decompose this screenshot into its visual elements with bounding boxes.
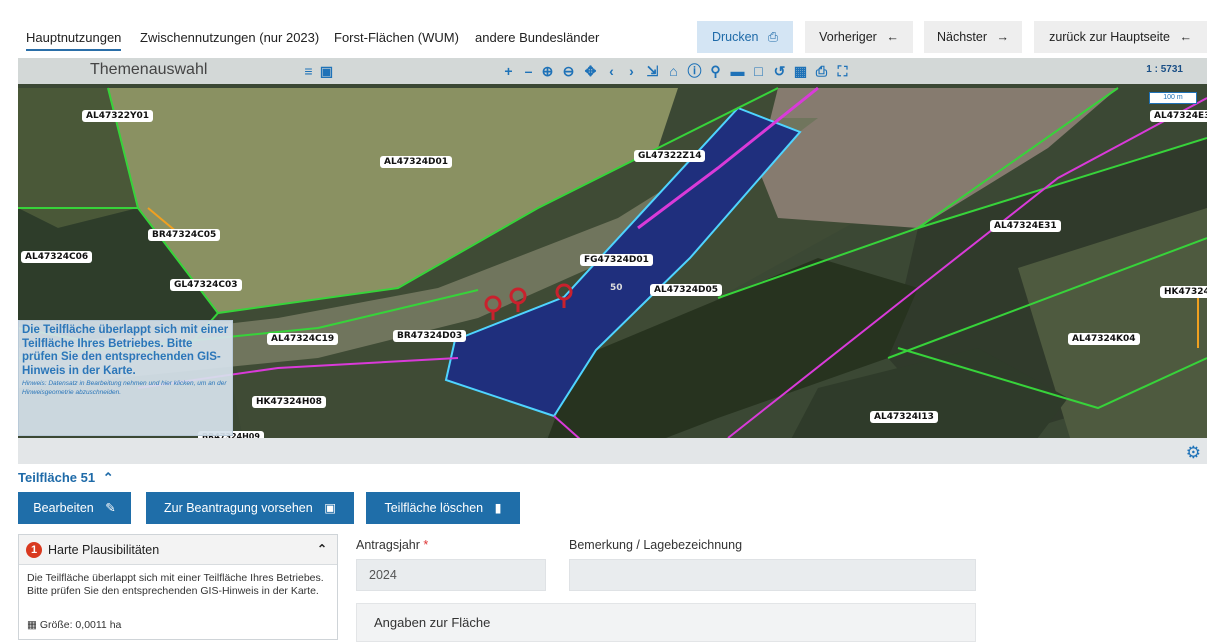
overlap-hint-box[interactable]: Die Teilfläche überlappt sich mit einer … xyxy=(18,320,233,436)
parcel-label: AL47324C19 xyxy=(267,333,339,345)
pan-icon[interactable]: ✥ xyxy=(582,62,599,80)
print-map-icon[interactable]: ⎙ xyxy=(813,62,830,80)
parcel-label: HK47324 xyxy=(1160,286,1207,298)
previous-button[interactable]: Vorheriger ← xyxy=(805,21,913,53)
area-size-text: Größe: 0,0011 ha xyxy=(39,619,122,631)
top-bar: Hauptnutzungen Zwischennutzungen (nur 20… xyxy=(0,0,1207,58)
fullscreen-icon[interactable]: ⛶ xyxy=(834,62,851,80)
layers-icon[interactable]: ≡ xyxy=(300,62,317,80)
print-button[interactable]: Drucken ⎙ xyxy=(697,21,793,53)
required-marker: * xyxy=(423,538,429,552)
parcel-label: GL47322Z14 xyxy=(634,150,706,162)
home-icon[interactable]: ⌂ xyxy=(665,62,682,80)
map-view[interactable]: AL47322Y01 AL47324D01 GL47322Z14 AL47324… xyxy=(18,58,1207,464)
measure-icon[interactable]: ▬ xyxy=(729,62,746,80)
next-button[interactable]: Nächster → xyxy=(924,21,1022,53)
plausibility-title: Harte Plausibilitäten xyxy=(48,543,160,557)
printer-icon: ⎙ xyxy=(768,30,779,44)
plausibility-panel: 1 Harte Plausibilitäten ⌃ Die Teilfläche… xyxy=(18,534,338,640)
info-icon[interactable]: ⓘ xyxy=(686,62,703,80)
parcel-number: 50 xyxy=(610,283,623,293)
search-icon[interactable]: ⚲ xyxy=(707,62,724,80)
plausibility-message: Die Teilfläche überlappt sich mit einer … xyxy=(27,572,324,597)
select-icon[interactable]: □ xyxy=(750,62,767,80)
map-footer: ⚙ xyxy=(18,438,1207,464)
parcel-label: AL47324D05 xyxy=(650,284,723,296)
map-scale: 1 : 5731 xyxy=(1146,64,1183,75)
tab-hauptnutzungen[interactable]: Hauptnutzungen xyxy=(26,30,122,51)
chevron-up-icon: ⌃ xyxy=(102,470,114,485)
tab-zwischennutzungen[interactable]: Zwischennutzungen (nur 2023) xyxy=(140,30,319,45)
parcel-label: AL47324I13 xyxy=(870,411,938,423)
parcel-label: AL47324E3 xyxy=(1150,110,1207,122)
arrow-right-icon: → xyxy=(996,30,1010,44)
parcel-label: AL47324C06 xyxy=(21,251,93,263)
tab-forst-flaechen[interactable]: Forst-Flächen (WUM) xyxy=(334,30,459,45)
edit-label: Bearbeiten xyxy=(33,501,94,515)
area-details-section[interactable]: Angaben zur Fläche xyxy=(356,603,976,642)
year-label: Antragsjahr * xyxy=(356,538,428,552)
year-field[interactable]: 2024 xyxy=(356,559,546,591)
zoom-out-icon[interactable]: ⊖ xyxy=(560,62,577,80)
undo-icon[interactable]: ↺ xyxy=(771,62,788,80)
zoom-out-minus-icon[interactable]: – xyxy=(520,62,537,80)
pencil-icon: ✎ xyxy=(105,501,116,515)
book-icon[interactable]: ▣ xyxy=(318,62,335,80)
camera-icon: ▣ xyxy=(324,501,336,515)
edit-button[interactable]: Bearbeiten ✎ xyxy=(18,492,131,524)
trash-icon: ▮ xyxy=(494,501,502,515)
submit-for-application-button[interactable]: Zur Beantragung vorsehen ▣ xyxy=(146,492,354,524)
plausibility-header[interactable]: 1 Harte Plausibilitäten ⌃ xyxy=(19,535,337,565)
zoom-in-plus-icon[interactable]: + xyxy=(500,62,517,80)
arrow-left-icon: ← xyxy=(886,30,899,44)
back-label: zurück zur Hauptseite xyxy=(1049,30,1170,44)
chevron-up-icon[interactable]: ⌃ xyxy=(317,542,327,556)
delete-area-button[interactable]: Teilfläche löschen ▮ xyxy=(366,492,520,524)
document-icon[interactable]: ▦ xyxy=(792,62,809,80)
arrow-left-icon: ← xyxy=(1179,30,1192,44)
chevron-right-icon[interactable]: › xyxy=(623,62,640,80)
remark-field[interactable] xyxy=(569,559,976,591)
parcel-label: HK47324H08 xyxy=(252,396,326,408)
parcel-label: GL47324C03 xyxy=(170,279,242,291)
chevron-left-icon[interactable]: ‹ xyxy=(603,62,620,80)
section-header[interactable]: Teilfläche 51 ⌃ xyxy=(18,470,114,486)
area-icon: ▦ xyxy=(27,619,37,631)
parcel-label: BR47324C05 xyxy=(148,229,221,241)
parcel-label: AL47322Y01 xyxy=(82,110,154,122)
section-title: Teilfläche 51 xyxy=(18,470,96,485)
theme-selection-title[interactable]: Themenauswahl xyxy=(90,61,207,79)
parcel-label: AL47324E31 xyxy=(990,220,1061,232)
zoom-in-icon[interactable]: ⊕ xyxy=(539,62,556,80)
back-to-main-button[interactable]: zurück zur Hauptseite ← xyxy=(1034,21,1207,53)
parcel-label: FG47324D01 xyxy=(580,254,653,266)
tab-andere-bundeslaender[interactable]: andere Bundesländer xyxy=(475,30,599,45)
map-toolbar: Themenauswahl ≡ ▣ + – ⊕ ⊖ ✥ ‹ › ⇲ ⌂ ⓘ ⚲ … xyxy=(18,58,1207,84)
area-size: ▦ Größe: 0,0011 ha xyxy=(27,619,121,631)
hint-subtext: Hinweis: Datensatz in Bearbeitung nehmen… xyxy=(22,380,227,396)
parcel-label: AL47324D01 xyxy=(380,156,453,168)
parcel-label: BR47324D03 xyxy=(393,330,467,342)
hint-title: Die Teilfläche überlappt sich mit einer … xyxy=(22,324,229,377)
previous-label: Vorheriger xyxy=(819,30,877,44)
next-label: Nächster xyxy=(936,30,988,44)
year-label-text: Antragsjahr xyxy=(356,538,420,552)
scale-bar: 100 m xyxy=(1149,92,1197,104)
error-count-badge: 1 xyxy=(26,542,42,558)
zoom-extent-icon[interactable]: ⇲ xyxy=(644,62,661,80)
delete-label: Teilfläche löschen xyxy=(384,501,484,515)
submit-label: Zur Beantragung vorsehen xyxy=(163,501,313,515)
print-label: Drucken xyxy=(711,30,759,44)
remark-label: Bemerkung / Lagebezeichnung xyxy=(569,538,743,552)
parcel-label: AL47324K04 xyxy=(1068,333,1140,345)
gear-icon[interactable]: ⚙ xyxy=(1186,443,1201,463)
